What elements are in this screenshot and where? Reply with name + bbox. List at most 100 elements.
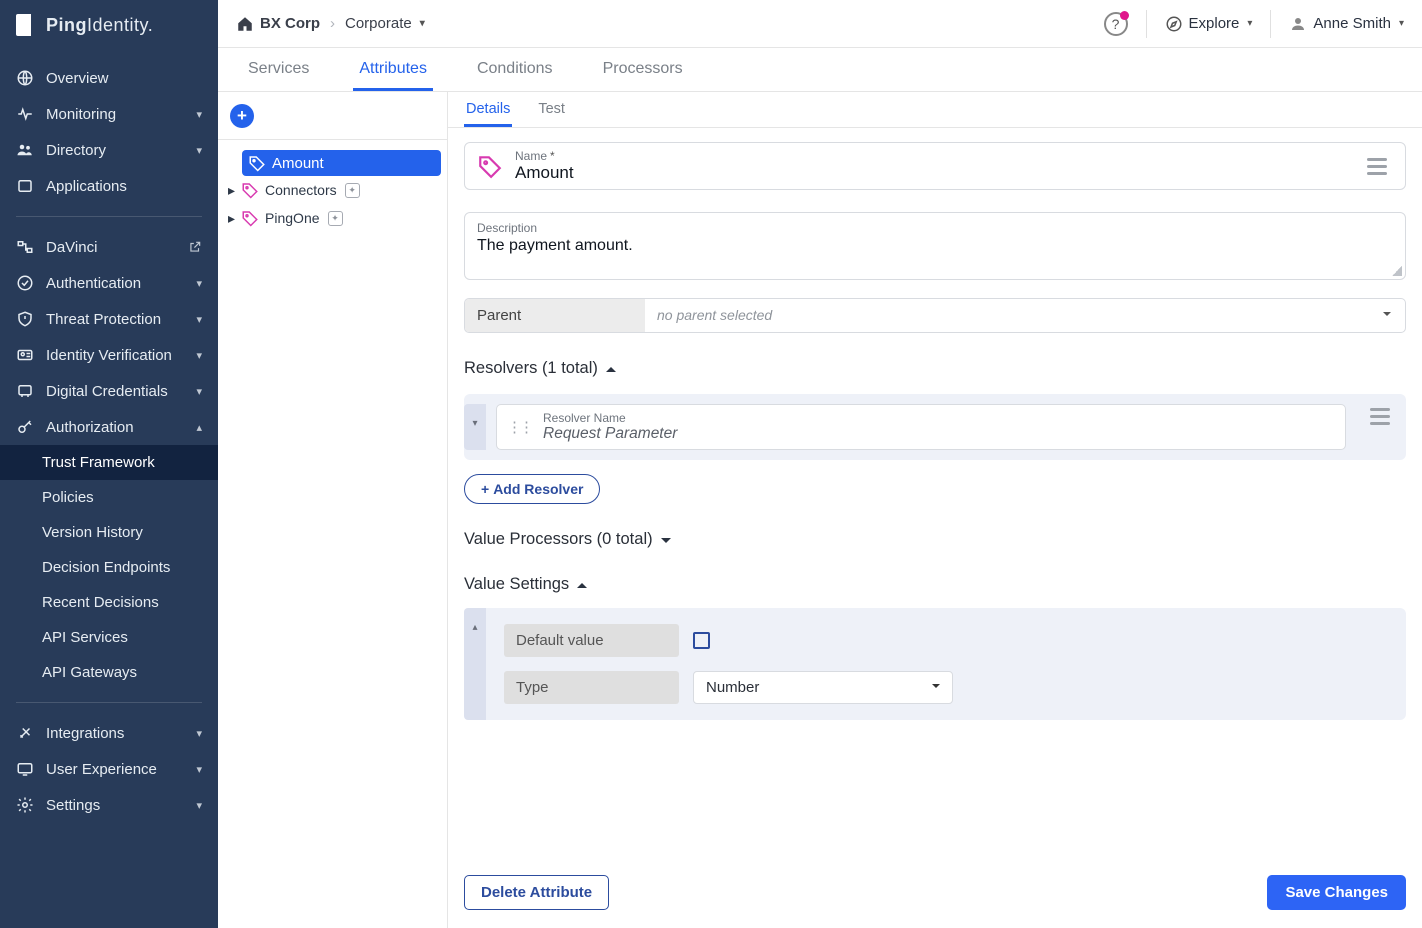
nav-integrations[interactable]: Integrations▾ bbox=[0, 715, 218, 751]
default-value-checkbox[interactable] bbox=[693, 632, 710, 649]
detail-tab-details[interactable]: Details bbox=[464, 101, 512, 127]
tree-item-amount[interactable]: Amount bbox=[242, 150, 441, 176]
type-select[interactable]: Number bbox=[693, 671, 953, 704]
nav-digital-credentials[interactable]: Digital Credentials▾ bbox=[0, 373, 218, 409]
name-label: Name* bbox=[515, 149, 1353, 163]
breadcrumb[interactable]: BX Corp › Corporate ▾ bbox=[236, 15, 425, 33]
chevron-down-icon: ▾ bbox=[196, 349, 202, 362]
resolver-name-input[interactable]: Request Parameter bbox=[543, 425, 1335, 443]
default-value-label: Default value bbox=[504, 624, 679, 657]
nav-directory[interactable]: Directory▾ bbox=[0, 132, 218, 168]
nav-identity-verification[interactable]: Identity Verification▾ bbox=[0, 337, 218, 373]
nav-label: DaVinci bbox=[46, 239, 97, 256]
parent-value[interactable]: no parent selected bbox=[645, 299, 1405, 332]
parent-field[interactable]: Parent no parent selected bbox=[464, 298, 1406, 333]
save-changes-button[interactable]: Save Changes bbox=[1267, 875, 1406, 910]
nav-sub-api-services[interactable]: API Services bbox=[0, 620, 218, 655]
nav-overview[interactable]: Overview bbox=[0, 60, 218, 96]
footer-actions: Delete Attribute Save Changes bbox=[448, 859, 1422, 928]
plug-icon bbox=[16, 724, 34, 742]
user-menu[interactable]: Anne Smith▾ bbox=[1289, 15, 1404, 33]
resolver-item: ▾ ⋮⋮ Resolver Name Request Parameter bbox=[464, 394, 1406, 460]
nav-applications[interactable]: Applications bbox=[0, 168, 218, 204]
caret-up-icon bbox=[577, 578, 587, 588]
breadcrumb-sep: › bbox=[330, 15, 335, 32]
nav-sub-policies[interactable]: Policies bbox=[0, 480, 218, 515]
delete-attribute-button[interactable]: Delete Attribute bbox=[464, 875, 609, 910]
nav-sub-version-history[interactable]: Version History bbox=[0, 515, 218, 550]
nav-label: User Experience bbox=[46, 761, 157, 778]
plus-icon: + bbox=[481, 481, 489, 497]
nav-authentication[interactable]: Authentication▾ bbox=[0, 265, 218, 301]
name-field-row: Name* Amount bbox=[464, 142, 1406, 190]
value-settings-collapse-button[interactable]: ▴ bbox=[464, 608, 486, 720]
caret-up-icon bbox=[606, 362, 616, 372]
chevron-down-icon: ▾ bbox=[196, 144, 202, 157]
nav-sub-trust-framework[interactable]: Trust Framework bbox=[0, 445, 218, 480]
tab-attributes[interactable]: Attributes bbox=[353, 60, 433, 91]
attribute-menu-button[interactable] bbox=[1363, 154, 1391, 179]
nav-sub-recent-decisions[interactable]: Recent Decisions bbox=[0, 585, 218, 620]
resolvers-section-header[interactable]: Resolvers (1 total) bbox=[464, 359, 1406, 378]
check-circle-icon bbox=[16, 274, 34, 292]
topbar: BX Corp › Corporate ▾ ? Explore ▾ Anne Sm… bbox=[218, 0, 1422, 48]
help-icon[interactable]: ? bbox=[1104, 12, 1128, 36]
tag-icon bbox=[241, 181, 259, 199]
nav-threat[interactable]: Threat Protection▾ bbox=[0, 301, 218, 337]
tab-processors[interactable]: Processors bbox=[597, 60, 689, 91]
name-input[interactable]: Amount bbox=[515, 163, 1353, 183]
value-processors-section-header[interactable]: Value Processors (0 total) bbox=[464, 530, 1406, 549]
resolvers-title: Resolvers (1 total) bbox=[464, 359, 598, 378]
chevron-down-icon: ▾ bbox=[196, 277, 202, 290]
resolver-collapse-button[interactable]: ▾ bbox=[464, 404, 486, 450]
detail-tab-test[interactable]: Test bbox=[536, 101, 567, 127]
parent-label: Parent bbox=[465, 299, 645, 332]
nav-authorization[interactable]: Authorization ▴ bbox=[0, 409, 218, 445]
tree-item-connectors[interactable]: ▸ Connectors ✦ bbox=[224, 176, 441, 204]
chevron-down-icon: ▾ bbox=[196, 799, 202, 812]
nav-settings[interactable]: Settings ▾ bbox=[0, 787, 218, 823]
chevron-down-icon: ▾ bbox=[1247, 18, 1252, 29]
nav-davinci[interactable]: DaVinci bbox=[0, 229, 218, 265]
logo-mark-icon bbox=[16, 14, 38, 36]
description-field[interactable]: Description The payment amount. bbox=[464, 212, 1406, 280]
pulse-icon bbox=[16, 105, 34, 123]
add-attribute-button[interactable]: + bbox=[230, 104, 254, 128]
brand-text: PingPingIdentity.Identity. bbox=[46, 15, 153, 36]
user-icon bbox=[1289, 15, 1307, 33]
drag-handle-icon[interactable]: ⋮⋮ bbox=[507, 418, 531, 436]
value-settings-section-header[interactable]: Value Settings bbox=[464, 575, 1406, 594]
tree-panel: + Amount ▸ Connectors ✦ bbox=[218, 92, 448, 928]
chevron-up-icon: ▴ bbox=[196, 421, 202, 434]
tag-icon bbox=[475, 151, 505, 181]
chevron-down-icon: ▾ bbox=[196, 727, 202, 740]
value-processors-title: Value Processors (0 total) bbox=[464, 530, 653, 549]
tree-item-label: Amount bbox=[272, 155, 324, 172]
chevron-down-icon: ▾ bbox=[196, 108, 202, 121]
nav-sub-decision-endpoints[interactable]: Decision Endpoints bbox=[0, 550, 218, 585]
tree-item-pingone[interactable]: ▸ PingOne ✦ bbox=[224, 204, 441, 232]
main-tabs: Services Attributes Conditions Processor… bbox=[218, 48, 1422, 92]
value-settings-box: ▴ Default value Type Number bbox=[464, 608, 1406, 720]
explore-menu[interactable]: Explore ▾ bbox=[1165, 15, 1253, 33]
tree-item-label: Connectors bbox=[265, 182, 337, 198]
nav-label: Authorization bbox=[46, 419, 134, 436]
nav-label: Monitoring bbox=[46, 106, 116, 123]
tab-services[interactable]: Services bbox=[242, 60, 315, 91]
nav-label: Settings bbox=[46, 797, 100, 814]
user-label: Anne Smith bbox=[1313, 15, 1391, 32]
resolver-menu-button[interactable] bbox=[1366, 404, 1394, 450]
nav-label: Applications bbox=[46, 178, 127, 195]
add-resolver-button[interactable]: +Add Resolver bbox=[464, 474, 600, 504]
nav-label: Overview bbox=[46, 70, 109, 87]
explore-label: Explore bbox=[1189, 15, 1240, 32]
detail-panel: Details Test Name* Amount bbox=[447, 92, 1422, 928]
nav-user-experience[interactable]: User Experience▾ bbox=[0, 751, 218, 787]
nav-label: Digital Credentials bbox=[46, 383, 168, 400]
id-card-icon bbox=[16, 346, 34, 364]
tab-conditions[interactable]: Conditions bbox=[471, 60, 559, 91]
monitor-icon bbox=[16, 760, 34, 778]
nav-monitoring[interactable]: Monitoring ▾ bbox=[0, 96, 218, 132]
nav-sub-api-gateways[interactable]: API Gateways bbox=[0, 655, 218, 690]
breadcrumb-env[interactable]: Corporate bbox=[345, 15, 412, 32]
